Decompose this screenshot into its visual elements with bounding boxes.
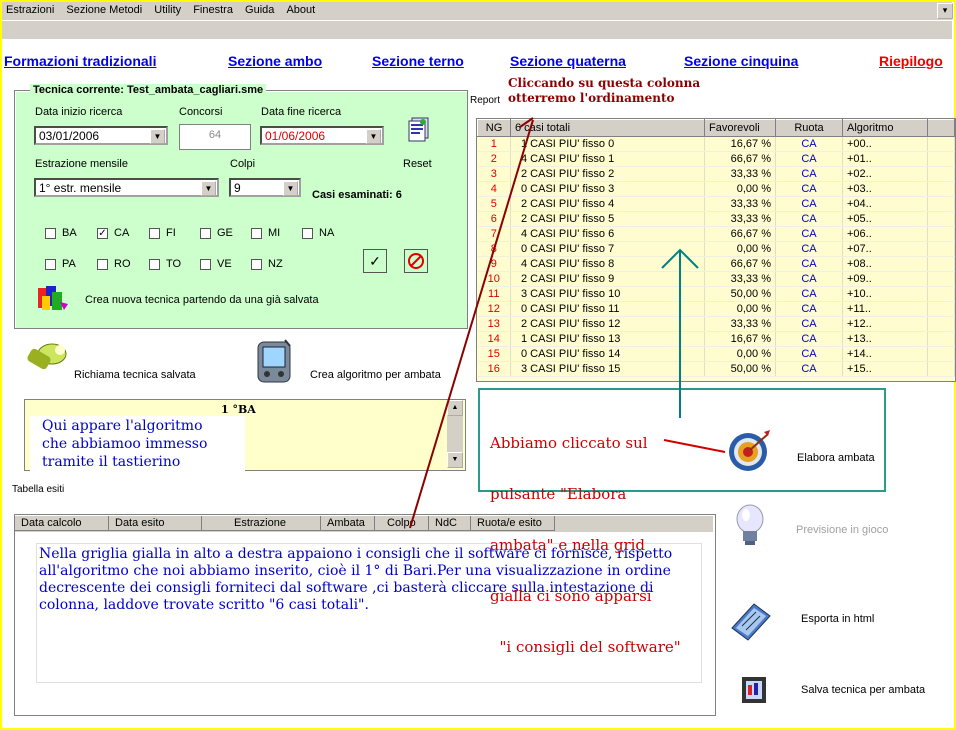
arrow-to-elabora [663, 439, 726, 453]
arrow-to-column [409, 119, 534, 529]
annotation-arrows [409, 117, 726, 529]
